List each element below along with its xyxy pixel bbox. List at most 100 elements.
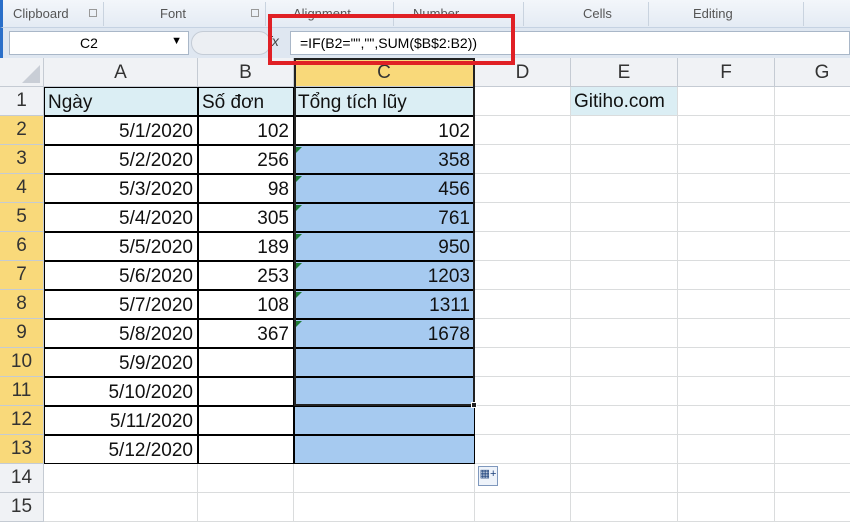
cell[interactable]: [44, 464, 198, 493]
total-cell[interactable]: [294, 348, 475, 377]
orders-cell[interactable]: 367: [198, 319, 294, 348]
cell[interactable]: [571, 435, 678, 464]
orders-cell[interactable]: [198, 348, 294, 377]
cell[interactable]: [775, 348, 850, 377]
date-cell[interactable]: 5/10/2020: [44, 377, 198, 406]
cell[interactable]: [475, 435, 571, 464]
cell[interactable]: [475, 406, 571, 435]
cell[interactable]: [571, 319, 678, 348]
cell[interactable]: [775, 377, 850, 406]
date-cell[interactable]: 5/8/2020: [44, 319, 198, 348]
cell[interactable]: [571, 203, 678, 232]
date-cell[interactable]: 5/1/2020: [44, 116, 198, 145]
ribbon-group-cells[interactable]: Cells: [583, 6, 612, 21]
row-header-2[interactable]: 2: [0, 116, 44, 145]
column-header-f[interactable]: F: [678, 58, 775, 87]
cell[interactable]: [571, 145, 678, 174]
total-cell[interactable]: 950: [294, 232, 475, 261]
cell[interactable]: [678, 348, 775, 377]
cell[interactable]: [678, 203, 775, 232]
date-cell[interactable]: 5/2/2020: [44, 145, 198, 174]
cell[interactable]: [678, 377, 775, 406]
cell[interactable]: [678, 493, 775, 522]
cell[interactable]: [475, 174, 571, 203]
cell[interactable]: [475, 377, 571, 406]
column-header-g[interactable]: G: [775, 58, 850, 87]
row-header-11[interactable]: 11: [0, 377, 44, 406]
gitiho-label[interactable]: Gitiho.com: [571, 87, 678, 116]
header-cell-total[interactable]: Tổng tích lũy: [294, 87, 475, 116]
select-all-corner[interactable]: [0, 58, 44, 87]
orders-cell[interactable]: [198, 377, 294, 406]
cell[interactable]: [678, 87, 775, 116]
date-cell[interactable]: 5/4/2020: [44, 203, 198, 232]
date-cell[interactable]: 5/3/2020: [44, 174, 198, 203]
cell[interactable]: [571, 261, 678, 290]
total-cell[interactable]: 1311: [294, 290, 475, 319]
error-indicator-icon[interactable]: [296, 147, 302, 153]
orders-cell[interactable]: [198, 406, 294, 435]
date-cell[interactable]: 5/6/2020: [44, 261, 198, 290]
cell[interactable]: [678, 232, 775, 261]
cell[interactable]: [475, 319, 571, 348]
cell[interactable]: [775, 174, 850, 203]
date-cell[interactable]: 5/11/2020: [44, 406, 198, 435]
chevron-down-icon[interactable]: ▼: [171, 35, 182, 47]
orders-cell[interactable]: 253: [198, 261, 294, 290]
orders-cell[interactable]: 102: [198, 116, 294, 145]
dialog-launcher-icon[interactable]: [89, 9, 97, 17]
cell[interactable]: [571, 290, 678, 319]
date-cell[interactable]: 5/12/2020: [44, 435, 198, 464]
cell[interactable]: [571, 116, 678, 145]
cell[interactable]: [678, 145, 775, 174]
row-header-4[interactable]: 4: [0, 174, 44, 203]
cell[interactable]: [475, 145, 571, 174]
total-cell[interactable]: [294, 406, 475, 435]
row-header-6[interactable]: 6: [0, 232, 44, 261]
cell[interactable]: [775, 493, 850, 522]
cell[interactable]: [475, 87, 571, 116]
column-header-e[interactable]: E: [571, 58, 678, 87]
header-cell-date[interactable]: Ngày: [44, 87, 198, 116]
row-header-14[interactable]: 14: [0, 464, 44, 493]
cell[interactable]: [571, 174, 678, 203]
column-header-a[interactable]: A: [44, 58, 198, 87]
cell[interactable]: [475, 116, 571, 145]
cell[interactable]: [475, 261, 571, 290]
cell[interactable]: [294, 464, 475, 493]
formula-bar-splitter[interactable]: [191, 31, 271, 55]
cell[interactable]: [775, 406, 850, 435]
row-header-1[interactable]: 1: [0, 87, 44, 116]
total-cell[interactable]: [294, 377, 475, 406]
cell[interactable]: [294, 493, 475, 522]
cell[interactable]: [678, 116, 775, 145]
total-cell[interactable]: 1203: [294, 261, 475, 290]
cell[interactable]: [198, 493, 294, 522]
auto-fill-options-icon[interactable]: ▦+: [478, 466, 498, 486]
cell[interactable]: [678, 464, 775, 493]
ribbon-group-editing[interactable]: Editing: [693, 6, 733, 21]
cell[interactable]: [571, 464, 678, 493]
ribbon-group-clipboard[interactable]: Clipboard: [13, 6, 69, 21]
cell[interactable]: [775, 435, 850, 464]
cell[interactable]: [775, 145, 850, 174]
cell[interactable]: [775, 87, 850, 116]
cell[interactable]: [775, 203, 850, 232]
cell[interactable]: [775, 232, 850, 261]
error-indicator-icon[interactable]: [296, 176, 302, 182]
orders-cell[interactable]: 189: [198, 232, 294, 261]
row-header-12[interactable]: 12: [0, 406, 44, 435]
cell[interactable]: [775, 290, 850, 319]
orders-cell[interactable]: 98: [198, 174, 294, 203]
cell[interactable]: [678, 261, 775, 290]
date-cell[interactable]: 5/9/2020: [44, 348, 198, 377]
error-indicator-icon[interactable]: [296, 292, 302, 298]
orders-cell[interactable]: 108: [198, 290, 294, 319]
row-header-3[interactable]: 3: [0, 145, 44, 174]
error-indicator-icon[interactable]: [296, 321, 302, 327]
cell[interactable]: [475, 203, 571, 232]
error-indicator-icon[interactable]: [296, 263, 302, 269]
cell[interactable]: [678, 290, 775, 319]
row-header-15[interactable]: 15: [0, 493, 44, 522]
total-cell[interactable]: 761: [294, 203, 475, 232]
